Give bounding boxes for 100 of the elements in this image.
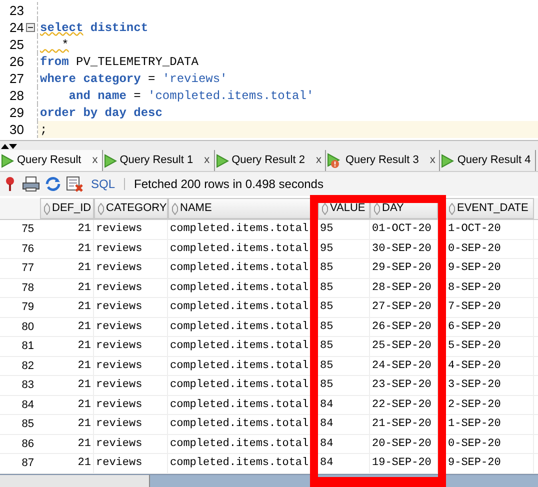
table-cell: 21 (40, 396, 94, 414)
column-header[interactable]: CATEGORY (94, 198, 168, 219)
line-number: 24 (8, 18, 24, 37)
line-number: 26 (8, 52, 24, 71)
table-cell: reviews (94, 318, 168, 336)
line-number: 23 (8, 2, 24, 20)
table-cell: 2-SEP-20 (438, 396, 534, 414)
table-cell: reviews (94, 356, 168, 375)
table-cell: 27-SEP-20 (370, 298, 438, 316)
sort-icon (322, 202, 328, 214)
table-cell: 21 (40, 240, 94, 258)
table-cell: 85 (318, 318, 370, 336)
result-tab[interactable]: Query Result 4 (440, 150, 536, 171)
table-cell: completed.items.total (168, 356, 318, 375)
code-line: and name = 'completed.items.total' (68, 88, 314, 104)
sort-icon (98, 202, 104, 214)
table-cell: 1-OCT-20 (438, 220, 534, 238)
row-number: 81 (20, 339, 35, 354)
table-cell: 21 (40, 454, 94, 472)
table-cell: reviews (94, 415, 168, 434)
row-number: 86 (20, 436, 35, 452)
row-number: 84 (20, 398, 35, 412)
sql-link[interactable]: SQL (91, 175, 116, 193)
code-line: where category = 'reviews' (40, 70, 228, 88)
code-line: from PV_TELEMETRY_DATA (40, 54, 198, 70)
refresh-icon[interactable] (44, 176, 62, 192)
result-tab[interactable]: Query Result x (0, 150, 103, 171)
table-cell: 84 (318, 434, 370, 453)
table-cell: 23-SEP-20 (370, 376, 438, 394)
table-cell: 0-SEP-20 (438, 434, 534, 453)
table-cell: 28-SEP-20 (370, 278, 438, 297)
table-cell: 0-SEP-20 (438, 240, 534, 258)
table-cell: completed.items.total (168, 240, 318, 258)
table-cell: completed.items.total (168, 259, 318, 278)
table-cell: 8-SEP-20 (438, 278, 534, 297)
table-cell: 95 (318, 220, 370, 238)
row-number: 78 (20, 280, 35, 296)
close-tab-button[interactable]: x (92, 152, 98, 169)
sort-icon (172, 202, 178, 214)
code-line: order by day desc (40, 104, 162, 122)
table-cell: 26-SEP-20 (370, 318, 438, 336)
play-warning-icon (326, 152, 342, 168)
sort-icon (44, 202, 50, 214)
fold-icon[interactable] (26, 23, 35, 32)
table-cell: 19-SEP-20 (370, 454, 438, 472)
table-cell: 01-OCT-20 (370, 220, 438, 238)
table-cell: 5-SEP-20 (438, 337, 534, 356)
table-cell: 21-SEP-20 (370, 415, 438, 434)
close-tab-button[interactable]: x (204, 152, 210, 169)
sort-icon (374, 202, 380, 214)
table-cell: 24-SEP-20 (370, 356, 438, 375)
close-tab-button[interactable]: x (430, 152, 436, 169)
table-cell: 21 (40, 220, 94, 238)
code-line: * (60, 36, 69, 54)
row-number: 76 (20, 242, 35, 256)
table-cell: 95 (318, 240, 370, 258)
play-icon (0, 154, 14, 168)
table-cell: completed.items.total (168, 298, 318, 316)
close-tab-button[interactable]: x (316, 152, 322, 169)
clear-grid-icon[interactable] (66, 176, 84, 192)
table-cell: 21 (40, 376, 94, 394)
table-cell: completed.items.total (168, 396, 318, 414)
table-cell: 21 (40, 278, 94, 297)
print-icon[interactable] (22, 176, 40, 192)
panel-tab[interactable] (0, 474, 150, 487)
table-cell: completed.items.total (168, 220, 318, 238)
fetch-status: Fetched 200 rows in 0.498 seconds (134, 176, 324, 193)
column-header[interactable]: DEF_ID (40, 198, 94, 219)
table-cell: reviews (94, 396, 168, 414)
table-cell: reviews (94, 376, 168, 394)
table-cell: 20-SEP-20 (370, 434, 438, 453)
result-tab[interactable]: Query Result 1 x (102, 150, 215, 171)
table-cell: 3-SEP-20 (438, 376, 534, 394)
table-cell: 21 (40, 434, 94, 453)
table-cell: 22-SEP-20 (370, 396, 438, 414)
table-cell: 85 (318, 337, 370, 356)
table-cell: 85 (318, 259, 370, 278)
table-cell: 9-SEP-20 (438, 259, 534, 278)
table-cell: 30-SEP-20 (370, 240, 438, 258)
table-cell: 84 (318, 454, 370, 472)
table-cell: reviews (94, 454, 168, 472)
table-cell: 29-SEP-20 (370, 259, 438, 278)
table-cell: 85 (318, 376, 370, 394)
line-number: 29 (8, 104, 24, 122)
result-tab[interactable]: Query Result 3 x (326, 150, 440, 171)
table-cell: completed.items.total (168, 454, 318, 472)
row-number: 85 (20, 417, 35, 432)
table-cell: 25-SEP-20 (370, 337, 438, 356)
result-tab[interactable]: Query Result 2 x (214, 150, 326, 171)
table-cell: completed.items.total (168, 434, 318, 453)
table-cell: 21 (40, 318, 94, 336)
table-cell: 21 (40, 356, 94, 375)
play-icon (102, 154, 117, 168)
table-cell: reviews (94, 240, 168, 258)
table-cell: 84 (318, 396, 370, 414)
table-cell: reviews (94, 278, 168, 297)
table-cell: 4-SEP-20 (438, 356, 534, 375)
code-line: select distinct (40, 20, 148, 36)
table-cell: completed.items.total (168, 318, 318, 336)
splitter-arrows-icon[interactable] (1, 142, 17, 150)
